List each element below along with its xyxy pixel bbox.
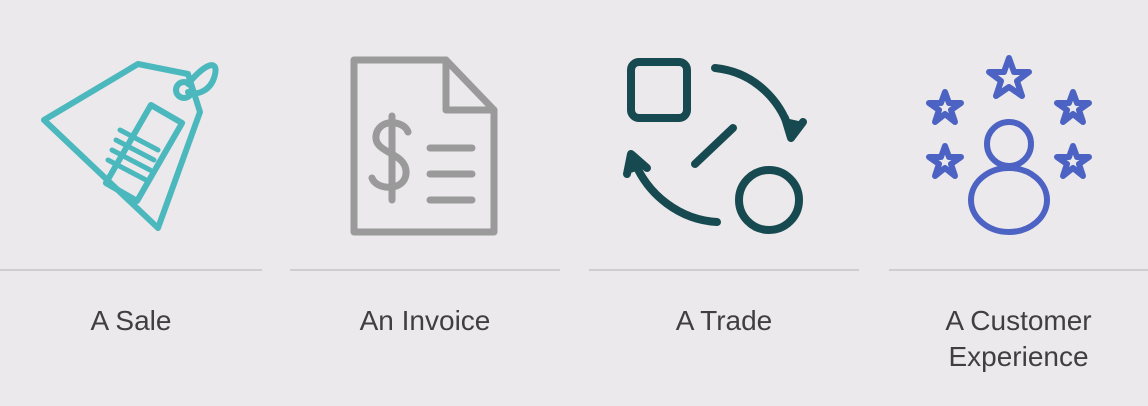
invoice-dollar-icon bbox=[350, 56, 500, 236]
item-label: An Invoice bbox=[359, 305, 491, 336]
price-tag-icon bbox=[38, 50, 228, 240]
divider bbox=[0, 269, 262, 271]
item-label: A Trade bbox=[675, 305, 773, 336]
item-invoice: An Invoice bbox=[290, 0, 560, 406]
customer-stars-icon bbox=[919, 55, 1099, 236]
divider bbox=[589, 269, 859, 271]
item-label: A Sale bbox=[90, 305, 172, 336]
divider bbox=[290, 269, 560, 271]
item-trade: A Trade bbox=[589, 0, 859, 406]
divider bbox=[889, 269, 1148, 271]
slide: { "items": [ {"label": "A Sale", "icon":… bbox=[0, 0, 1148, 406]
item-customer-experience: A Customer Experience bbox=[889, 0, 1148, 406]
exchange-shapes-icon bbox=[623, 56, 807, 236]
item-sale: A Sale bbox=[0, 0, 262, 406]
item-label: A Customer Experience bbox=[945, 305, 1092, 372]
